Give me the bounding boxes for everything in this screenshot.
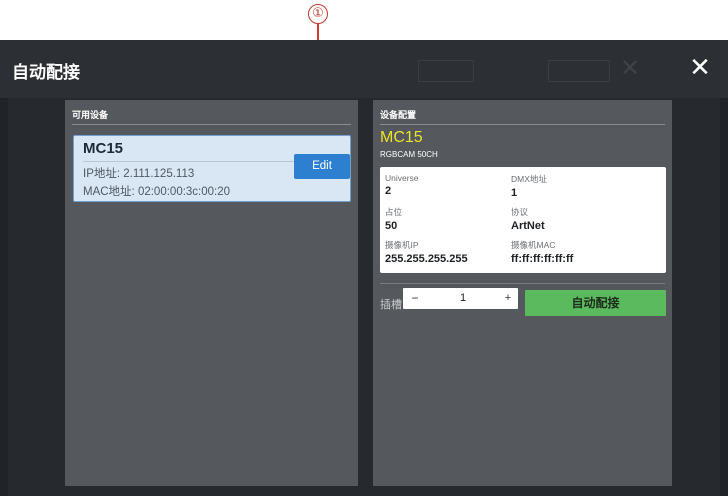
config-device-name: MC15	[380, 129, 423, 146]
field-footprint[interactable]: 占位 50	[385, 206, 402, 232]
device-config-panel: 设备配置 MC15 RGBCAM 50CH Universe 2 DMX地址 1…	[373, 100, 672, 486]
field-value: 255.255.255.255	[385, 253, 468, 265]
slot-stepper: − 1 +	[403, 288, 518, 309]
close-icon[interactable]: ✕	[686, 52, 714, 84]
auto-patch-button[interactable]: 自动配接	[525, 290, 666, 316]
field-label: 协议	[511, 207, 529, 217]
field-value: ff:ff:ff:ff:ff:ff	[511, 253, 574, 265]
device-ip: IP地址: 2.111.125.113	[83, 168, 195, 180]
window-title: 自动配接	[12, 63, 80, 82]
device-config-header: 设备配置	[380, 110, 417, 120]
available-devices-panel: 可用设备 MC15 IP地址: 2.111.125.113 MAC地址: 02:…	[65, 100, 358, 486]
divider	[83, 161, 295, 162]
device-card[interactable]: MC15 IP地址: 2.111.125.113 MAC地址: 02:00:00…	[73, 135, 351, 202]
background-button	[418, 60, 474, 82]
background-button	[548, 60, 610, 82]
device-mac: MAC地址: 02:00:00:3c:00:20	[83, 186, 231, 198]
background-close-icon: ✕	[620, 54, 641, 82]
device-name: MC15	[83, 140, 124, 157]
field-label: 摄像机MAC	[511, 240, 556, 250]
auto-patch-window: 自动配接 ✕ ✕ 可用设备 MC15 IP地址: 2.111.125.113 M…	[0, 40, 728, 496]
field-value: 50	[385, 220, 398, 232]
field-value: 2	[385, 185, 392, 197]
slot-label: 插槽	[380, 299, 402, 311]
screenshot-stage: ① 自动配接 ✕ ✕ 可用设备 MC15 IP地址: 2.111.125.113…	[0, 0, 728, 496]
field-camera-mac[interactable]: 摄像机MAC ff:ff:ff:ff:ff:ff	[511, 239, 573, 265]
field-value: ArtNet	[511, 220, 545, 232]
field-label: Universe	[385, 173, 419, 183]
callout-marker: ①	[308, 4, 328, 24]
slot-value[interactable]: 1	[448, 288, 478, 309]
field-label: 占位	[385, 207, 403, 217]
field-universe[interactable]: Universe 2	[385, 173, 419, 197]
config-fields-card: Universe 2 DMX地址 1 占位 50 协议 ArtNet 摄像机IP	[380, 167, 666, 273]
divider	[380, 283, 665, 284]
slot-decrement-button[interactable]: −	[407, 288, 423, 309]
available-devices-header: 可用设备	[72, 110, 109, 120]
field-label: 摄像机IP	[385, 240, 419, 250]
config-device-mode: RGBCAM 50CH	[380, 150, 438, 159]
field-camera-ip[interactable]: 摄像机IP 255.255.255.255	[385, 239, 468, 265]
field-label: DMX地址	[511, 174, 547, 184]
title-bar: 自动配接 ✕ ✕	[0, 40, 728, 98]
field-protocol[interactable]: 协议 ArtNet	[511, 206, 545, 232]
slot-increment-button[interactable]: +	[500, 288, 516, 309]
field-value: 1	[511, 187, 518, 199]
field-dmx-address[interactable]: DMX地址 1	[511, 173, 547, 199]
divider	[72, 124, 351, 125]
divider	[380, 124, 665, 125]
edit-button[interactable]: Edit	[294, 154, 350, 179]
